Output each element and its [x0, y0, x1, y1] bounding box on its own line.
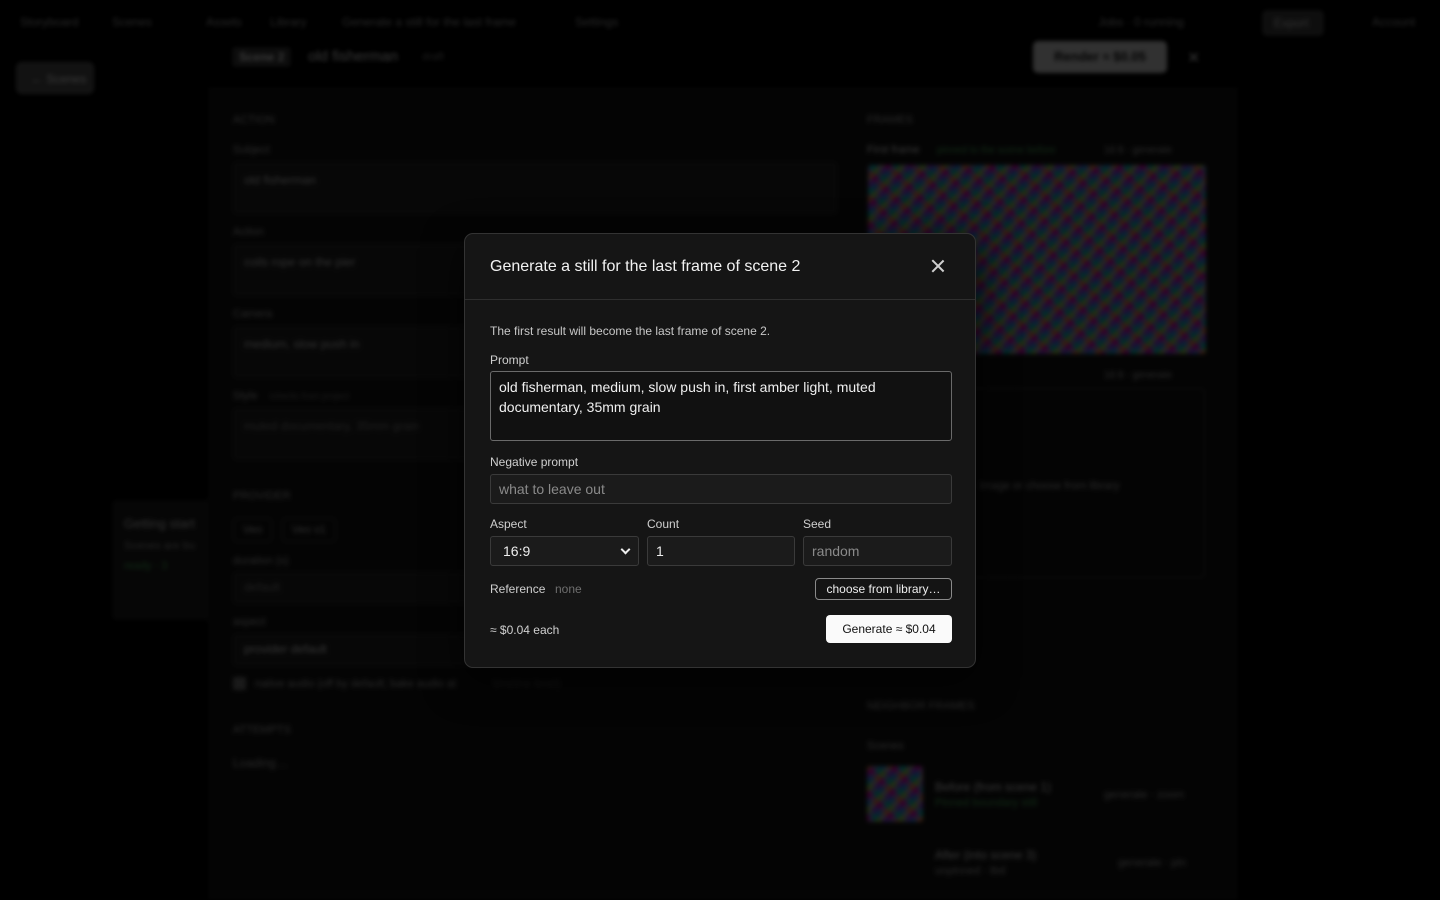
- aspect-label: Aspect: [490, 517, 527, 531]
- count-input[interactable]: [647, 536, 795, 566]
- dialog-note: The first result will become the last fr…: [490, 324, 771, 338]
- prompt-input[interactable]: old fisherman, medium, slow push in, fir…: [490, 371, 952, 441]
- chevron-down-icon: [620, 544, 631, 555]
- choose-from-library-button[interactable]: choose from library…: [815, 578, 952, 600]
- dialog-title: Generate a still for the last frame of s…: [490, 258, 801, 275]
- aspect-select[interactable]: 16:9: [490, 536, 639, 566]
- seed-label: Seed: [803, 517, 832, 531]
- cost-each: ≈ $0.04 each: [490, 623, 560, 637]
- negative-prompt-input[interactable]: [490, 474, 952, 504]
- reference-value: none: [555, 582, 582, 596]
- prompt-label: Prompt: [490, 353, 529, 367]
- reference-label: Reference: [490, 582, 546, 596]
- generate-still-dialog: Generate a still for the last frame of s…: [464, 233, 976, 668]
- seed-input[interactable]: [803, 536, 952, 566]
- close-icon[interactable]: [930, 258, 946, 274]
- aspect-value: 16:9: [503, 543, 531, 559]
- negative-prompt-label: Negative prompt: [490, 455, 579, 469]
- dialog-header: Generate a still for the last frame of s…: [465, 234, 975, 300]
- count-label: Count: [647, 517, 680, 531]
- generate-button[interactable]: Generate ≈ $0.04: [826, 615, 952, 643]
